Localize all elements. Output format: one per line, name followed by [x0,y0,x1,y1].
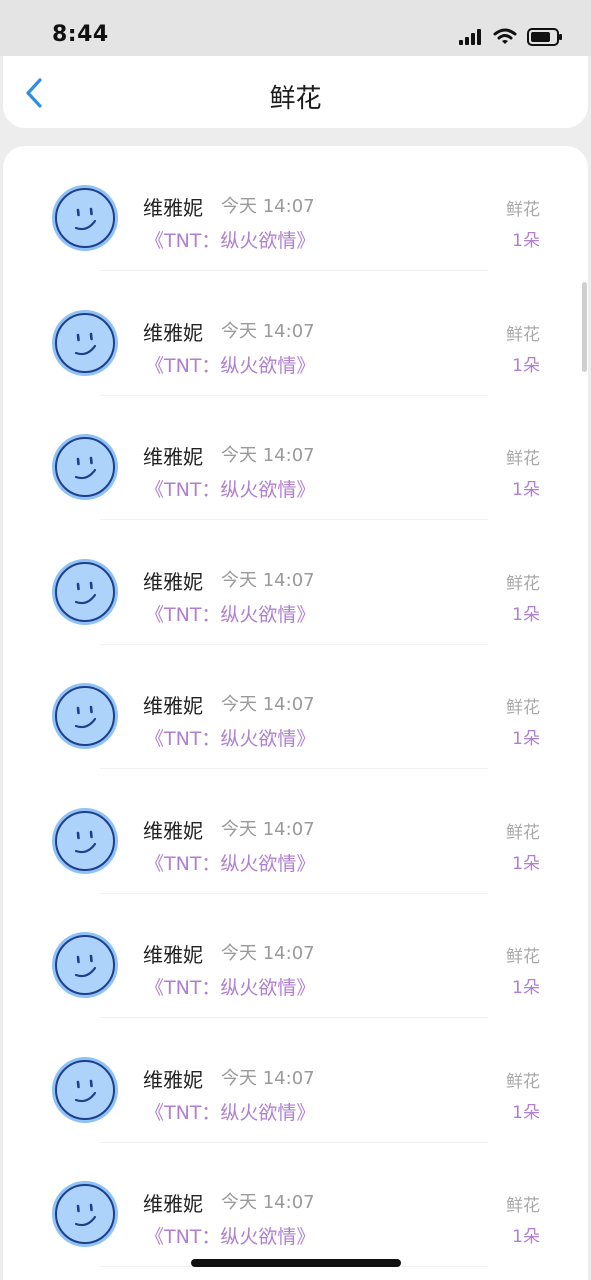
sender-name: 维雅妮 [143,196,203,220]
list-item[interactable]: 维雅妮 今天 14:07 《TNT：纵火欲情》 鲜花 1朵 [3,644,588,769]
nav-header: 鲜花 [3,56,588,128]
smiley-face-icon [52,683,118,749]
gift-count: 1朵 [512,604,540,625]
smiley-face-icon [52,434,118,500]
sender-name: 维雅妮 [143,445,203,469]
status-icons [459,26,563,48]
gift-type-label: 鲜花 [506,1071,540,1092]
sender-name: 维雅妮 [143,694,203,718]
gift-type-label: 鲜花 [506,449,540,469]
book-title-link[interactable]: 《TNT：纵火欲情》 [145,724,315,751]
gift-count: 1朵 [512,480,540,500]
gift-type-label: 鲜花 [506,573,540,594]
gift-count: 1朵 [512,355,540,376]
sender-name: 维雅妮 [143,1067,203,1092]
home-indicator[interactable] [191,1259,401,1267]
book-title-link[interactable]: 《TNT：纵火欲情》 [145,226,315,253]
gift-time: 今天 14:07 [221,445,315,466]
gift-type-label: 鲜花 [506,1196,540,1216]
avatar[interactable] [51,1180,119,1248]
avatar[interactable] [51,184,119,252]
avatar[interactable] [51,807,119,875]
avatar[interactable] [51,1056,119,1124]
gift-time: 今天 14:07 [221,320,315,342]
avatar[interactable] [51,682,119,750]
gift-time: 今天 14:07 [221,943,315,964]
gift-type-label: 鲜花 [506,200,540,220]
avatar[interactable] [51,433,119,501]
gift-count: 1朵 [512,978,540,998]
gift-time: 今天 14:07 [221,196,315,217]
book-title-link[interactable]: 《TNT：纵火欲情》 [145,475,315,502]
list-item[interactable]: 维雅妮 今天 14:07 《TNT：纵火欲情》 鲜花 1朵 [3,1018,588,1143]
gift-time: 今天 14:07 [221,1192,315,1213]
book-title-link[interactable]: 《TNT：纵火欲情》 [145,600,315,627]
wifi-icon [493,28,517,44]
list-item[interactable]: 维雅妮 今天 14:07 《TNT：纵火欲情》 鲜花 1朵 [3,395,588,520]
sender-name: 维雅妮 [143,320,203,345]
smiley-face-icon [52,1181,118,1247]
gift-time: 今天 14:07 [221,1067,315,1089]
gift-count: 1朵 [512,1102,540,1123]
gift-time: 今天 14:07 [221,694,315,715]
list-item[interactable]: 维雅妮 今天 14:07 《TNT：纵火欲情》 鲜花 1朵 [3,1142,588,1267]
sender-name: 维雅妮 [143,943,203,967]
list-item[interactable]: 维雅妮 今天 14:07 《TNT：纵火欲情》 鲜花 1朵 [3,769,588,894]
sender-name: 维雅妮 [143,569,203,594]
gift-time: 今天 14:07 [221,818,315,840]
gift-time: 今天 14:07 [221,569,315,591]
status-time: 8:44 [52,22,109,47]
book-title-link[interactable]: 《TNT：纵火欲情》 [145,351,315,378]
screen: 8:44 鲜花 维雅妮 今天 14:07 《TNT：纵火欲情》 鲜花 1朵 维雅… [0,0,591,1280]
gift-count: 1朵 [512,729,540,749]
cellular-signal-icon [459,29,481,45]
sender-name: 维雅妮 [143,818,203,843]
status-bar: 8:44 [0,0,591,56]
smiley-face-icon [52,558,118,625]
sender-name: 维雅妮 [143,1192,203,1216]
book-title-link[interactable]: 《TNT：纵火欲情》 [145,973,315,1000]
gift-count: 1朵 [512,853,540,874]
smiley-face-icon [52,1056,118,1123]
book-title-link[interactable]: 《TNT：纵火欲情》 [145,1098,315,1125]
book-title-link[interactable]: 《TNT：纵火欲情》 [145,849,315,876]
avatar[interactable] [51,558,119,626]
battery-icon [527,28,562,46]
page-title: 鲜花 [269,84,322,114]
gift-count: 1朵 [512,1227,540,1247]
gift-count: 1朵 [512,231,540,251]
smiley-face-icon [52,807,118,874]
smiley-face-icon [52,309,118,376]
book-title-link[interactable]: 《TNT：纵火欲情》 [145,1222,315,1249]
list-item[interactable]: 维雅妮 今天 14:07 《TNT：纵火欲情》 鲜花 1朵 [3,893,588,1018]
gift-type-label: 鲜花 [506,947,540,967]
gift-type-label: 鲜花 [506,324,540,345]
gift-type-label: 鲜花 [506,822,540,843]
smiley-face-icon [52,932,118,998]
smiley-face-icon [52,185,118,251]
list-item[interactable]: 维雅妮 今天 14:07 《TNT：纵火欲情》 鲜花 1朵 [3,271,588,396]
avatar[interactable] [51,309,119,377]
list-item[interactable]: 维雅妮 今天 14:07 《TNT：纵火欲情》 鲜花 1朵 [3,520,588,645]
avatar[interactable] [51,931,119,999]
list-item[interactable]: 维雅妮 今天 14:07 《TNT：纵火欲情》 鲜花 1朵 [3,146,588,271]
gift-type-label: 鲜花 [506,698,540,718]
